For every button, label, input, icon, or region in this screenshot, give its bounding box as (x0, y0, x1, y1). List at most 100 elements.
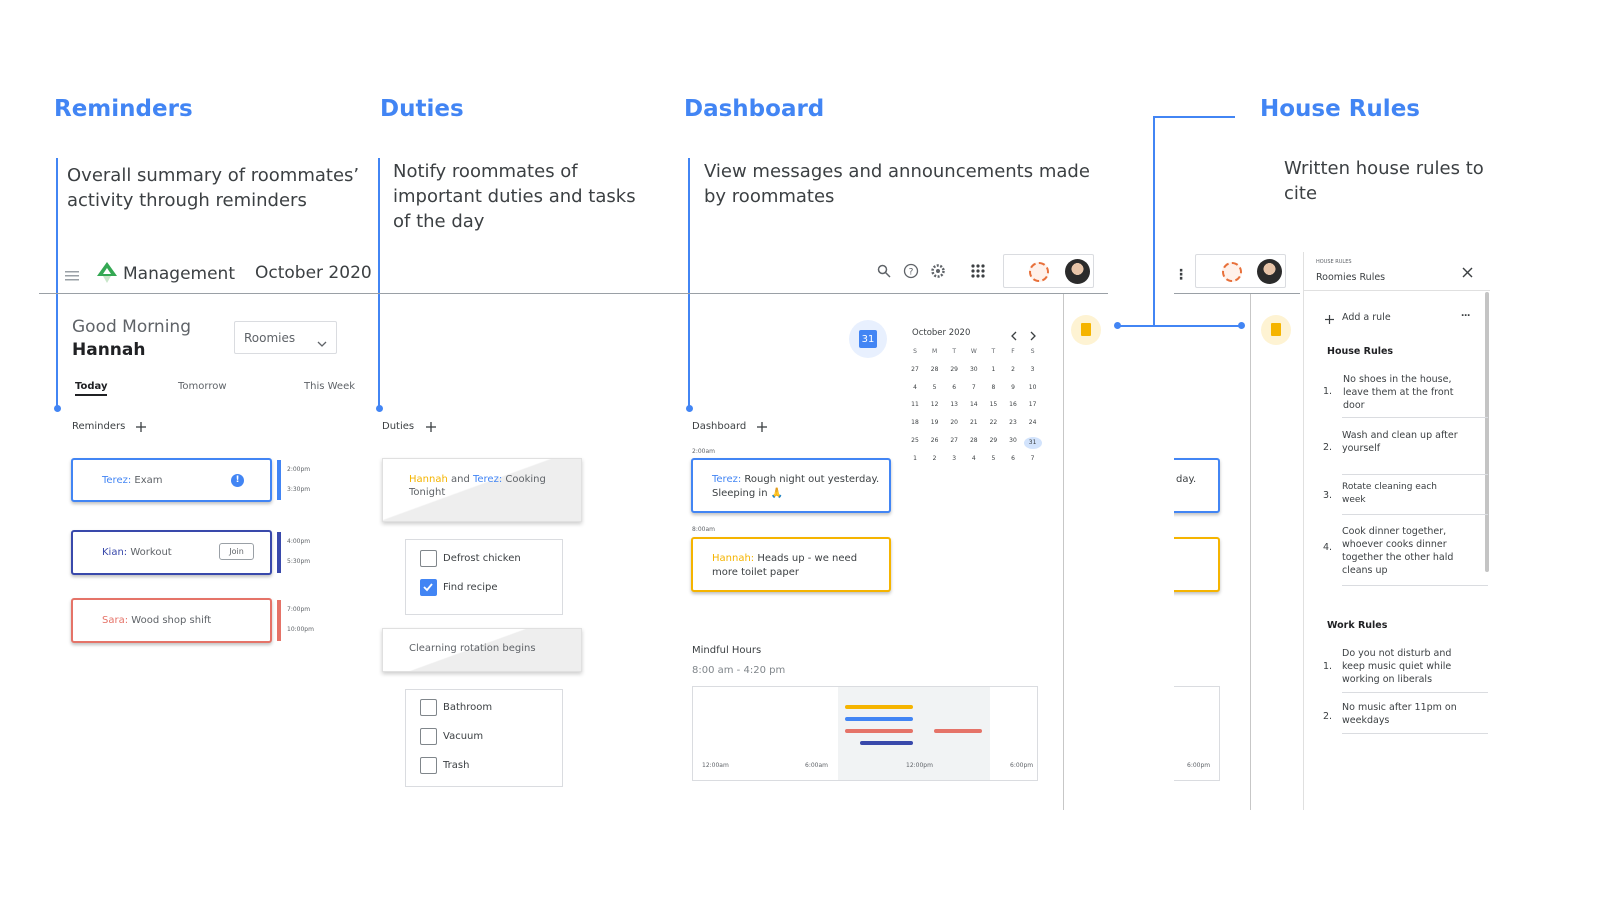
message-card[interactable]: Terez: Rough night out yesterday. Sleepi… (691, 458, 891, 513)
calendar-day[interactable]: 30 (965, 366, 983, 373)
calendar-day[interactable]: 12 (926, 401, 944, 408)
mindful-tick: 6:00am (805, 762, 828, 769)
calendar-day[interactable]: 9 (1004, 384, 1022, 391)
checkbox[interactable] (420, 728, 437, 745)
calendar-day[interactable]: 3 (945, 455, 963, 462)
org-logo-icon (1029, 262, 1049, 282)
calendar-day[interactable]: 27 (906, 366, 924, 373)
checkbox-label: Bathroom (443, 702, 493, 713)
calendar-day[interactable]: 1 (906, 455, 924, 462)
calendar-day[interactable]: 18 (906, 419, 924, 426)
avatar[interactable] (1257, 259, 1282, 284)
calendar-day[interactable]: 8 (984, 384, 1002, 391)
calendar-day[interactable]: 30 (1004, 437, 1022, 444)
user-name: Hannah (72, 340, 146, 360)
tab-today[interactable]: Today (75, 381, 108, 396)
calendar-day[interactable]: 24 (1024, 419, 1042, 426)
checkbox[interactable] (420, 699, 437, 716)
calendar-day[interactable]: 4 (906, 384, 924, 391)
calendar-day[interactable]: 7 (965, 384, 983, 391)
duty-title-line2: Tonight (409, 487, 446, 498)
calendar-day[interactable]: 29 (945, 366, 963, 373)
duty-card[interactable]: Clearning rotation begins (382, 628, 582, 672)
calendar-day[interactable]: 5 (926, 384, 944, 391)
reminder-end-time: 3:30pm (287, 486, 311, 493)
rule-line: leave them at the front (1343, 387, 1454, 398)
settings-icon[interactable] (930, 263, 946, 284)
calendar-day[interactable]: 28 (926, 366, 944, 373)
calendar-day[interactable]: 21 (965, 419, 983, 426)
apps-grid-icon[interactable] (971, 264, 985, 283)
reminder-card[interactable]: Kian: Workout Join (71, 530, 272, 575)
calendar-day[interactable]: 22 (984, 419, 1002, 426)
rule-line: working on liberals (1342, 674, 1433, 685)
more-vert-icon[interactable]: ⋮ (1174, 266, 1188, 283)
calendar-day[interactable]: 15 (984, 401, 1002, 408)
calendar-button[interactable]: 31 (849, 320, 887, 358)
group-select[interactable]: Roomies (234, 321, 337, 354)
add-reminder-icon[interactable] (135, 420, 147, 438)
calendar-day[interactable]: 5 (984, 455, 1002, 462)
calendar-day[interactable]: 6 (945, 384, 963, 391)
help-icon[interactable]: ? (903, 263, 919, 284)
message-card[interactable]: Hannah: Heads up - we need more toilet p… (691, 537, 891, 592)
calendar-day[interactable]: 23 (1004, 419, 1022, 426)
calendar-day[interactable]: 2 (1004, 366, 1022, 373)
add-message-icon[interactable] (756, 420, 768, 438)
calendar-day[interactable]: 16 (1004, 401, 1022, 408)
reminder-card[interactable]: Terez: Exam ! (71, 458, 272, 502)
more-horiz-icon[interactable]: ··· (1461, 308, 1471, 322)
add-rule-icon[interactable] (1324, 312, 1335, 330)
calendar-day[interactable]: 28 (965, 437, 983, 444)
duty-card[interactable]: Hannah and Terez: Cooking Tonight (382, 458, 582, 522)
calendar-day[interactable]: 3 (1024, 366, 1042, 373)
calendar-day[interactable]: 25 (906, 437, 924, 444)
checkbox-checked[interactable] (420, 579, 437, 596)
notes-button[interactable] (1261, 315, 1291, 345)
reminder-card[interactable]: Sara: Wood shop shift (71, 598, 272, 643)
calendar-day[interactable]: 20 (945, 419, 963, 426)
calendar-day[interactable]: 4 (965, 455, 983, 462)
tab-this-week[interactable]: This Week (304, 381, 355, 392)
reminder-who: Kian: (102, 547, 128, 558)
calendar-day[interactable]: 7 (1024, 455, 1042, 462)
calendar-day[interactable]: 29 (984, 437, 1002, 444)
reminder-start-time: 4:00pm (287, 538, 311, 545)
reminders-annotation-desc: Overall summary of roommates’ activity t… (67, 163, 359, 213)
calendar-day[interactable]: 31 (1023, 436, 1042, 449)
menu-icon[interactable] (65, 268, 79, 281)
desc-line: important duties and tasks (393, 186, 636, 207)
calendar-day[interactable]: 10 (1024, 384, 1042, 391)
search-icon[interactable] (877, 264, 891, 283)
calendar-day[interactable]: 13 (945, 401, 963, 408)
avatar[interactable] (1065, 259, 1090, 284)
calendar-day[interactable]: 11 (906, 401, 924, 408)
desc-line: activity through reminders (67, 190, 307, 211)
chevron-left-icon[interactable] (1010, 328, 1018, 346)
checkbox[interactable] (420, 757, 437, 774)
scrollbar[interactable] (1485, 292, 1489, 572)
join-button[interactable]: Join (219, 543, 254, 560)
message-line: more toilet paper (712, 567, 800, 578)
desc-line: Written house rules to (1284, 158, 1484, 179)
calendar-day[interactable]: 2 (926, 455, 944, 462)
add-duty-icon[interactable] (425, 420, 437, 438)
calendar-day[interactable]: 14 (965, 401, 983, 408)
calendar-day[interactable]: 27 (945, 437, 963, 444)
calendar-day[interactable]: 17 (1024, 401, 1042, 408)
rule-text: No music after 11pm on weekdays (1342, 701, 1457, 727)
add-rule-button[interactable]: Add a rule (1342, 312, 1391, 323)
close-icon[interactable] (1462, 265, 1473, 283)
checkbox[interactable] (420, 550, 437, 567)
calendar-day[interactable]: 19 (926, 419, 944, 426)
rule-text: Rotate cleaning each week (1342, 481, 1437, 507)
notes-button[interactable] (1071, 315, 1101, 345)
calendar-day[interactable]: 1 (984, 366, 1002, 373)
calendar-day[interactable]: 6 (1004, 455, 1022, 462)
tab-tomorrow[interactable]: Tomorrow (178, 381, 227, 392)
calendar-day[interactable]: 26 (926, 437, 944, 444)
chevron-right-icon[interactable] (1029, 328, 1037, 346)
reminder-who: Terez: (102, 475, 132, 486)
alert-icon[interactable]: ! (231, 474, 244, 487)
reminder-time-bar (277, 600, 281, 641)
